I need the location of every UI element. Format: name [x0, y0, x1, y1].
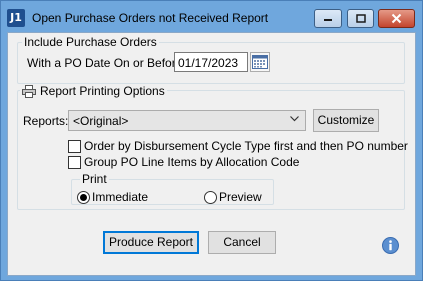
immediate-radio-row[interactable]: Immediate	[77, 190, 148, 204]
window-title: Open Purchase Orders not Received Report	[32, 11, 269, 25]
print-legend: Print	[80, 172, 109, 186]
po-date-label: With a PO Date On or Before :	[27, 56, 190, 70]
maximize-button[interactable]	[347, 9, 374, 28]
produce-report-button[interactable]: Produce Report	[103, 231, 199, 254]
order-by-disbursement-label: Order by Disbursement Cycle Type first a…	[84, 139, 408, 153]
calendar-button[interactable]	[250, 52, 270, 72]
immediate-radio[interactable]	[77, 190, 90, 204]
preview-radio-row[interactable]: Preview	[204, 190, 262, 204]
po-date-input[interactable]: 01/17/2023	[174, 52, 248, 72]
order-by-disbursement-checkbox-row[interactable]: Order by Disbursement Cycle Type first a…	[68, 139, 408, 153]
j1-app-icon: J1	[7, 9, 25, 27]
close-button[interactable]	[378, 9, 415, 28]
group-by-allocation-checkbox[interactable]	[68, 155, 81, 169]
printer-icon	[22, 84, 36, 98]
reports-label: Reports:	[23, 114, 69, 128]
maximize-icon	[355, 14, 366, 23]
preview-label: Preview	[219, 190, 262, 204]
minimize-icon	[324, 18, 332, 21]
group-by-allocation-checkbox-row[interactable]: Group PO Line Items by Allocation Code	[68, 155, 299, 169]
reports-dropdown[interactable]: <Original>	[68, 110, 306, 131]
close-icon	[391, 13, 402, 24]
order-by-disbursement-checkbox[interactable]	[68, 139, 81, 153]
dialog-body: Include Purchase Orders With a PO Date O…	[7, 32, 416, 276]
group-by-allocation-label: Group PO Line Items by Allocation Code	[84, 155, 300, 169]
customize-button[interactable]: Customize	[313, 109, 379, 132]
reports-selected-value: <Original>	[73, 114, 129, 128]
minimize-button[interactable]	[314, 9, 342, 28]
cancel-button[interactable]: Cancel	[208, 231, 276, 254]
include-po-legend: Include Purchase Orders	[22, 35, 159, 49]
title-bar[interactable]: J1 Open Purchase Orders not Received Rep…	[1, 1, 422, 32]
chevron-down-icon	[290, 116, 299, 122]
info-icon[interactable]	[382, 237, 399, 254]
immediate-label: Immediate	[92, 190, 149, 204]
preview-radio[interactable]	[204, 190, 217, 204]
report-dialog-window: J1 Open Purchase Orders not Received Rep…	[0, 0, 423, 281]
report-printing-legend-wrap: Report Printing Options	[20, 84, 167, 98]
calendar-icon	[252, 55, 268, 69]
report-printing-legend: Report Printing Options	[40, 84, 165, 98]
